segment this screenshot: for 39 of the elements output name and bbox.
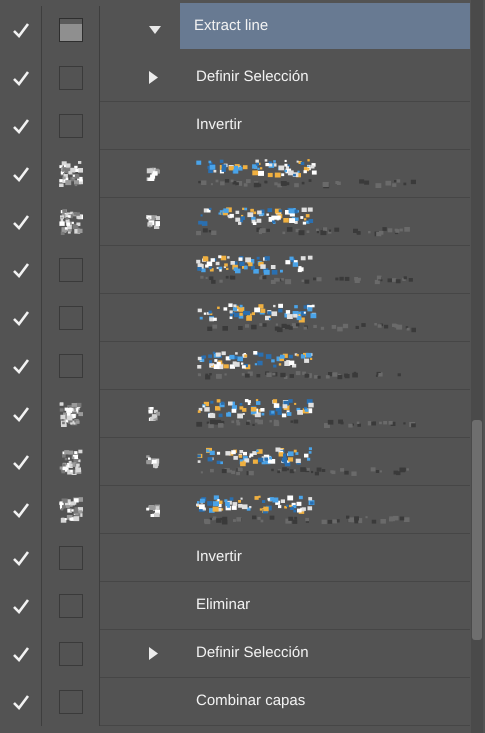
checkmark-icon[interactable] xyxy=(12,598,30,614)
dialog-toggle-icon[interactable] xyxy=(58,642,82,666)
scrollbar-thumb[interactable] xyxy=(472,420,482,640)
dialog-toggle-icon[interactable] xyxy=(58,594,82,618)
checkmark-icon[interactable] xyxy=(12,502,30,518)
dialog-toggle-icon[interactable] xyxy=(58,546,82,570)
checkmark-icon[interactable] xyxy=(12,262,30,278)
dialog-toggle-icon[interactable] xyxy=(58,18,82,42)
checkmark-icon[interactable] xyxy=(12,454,30,470)
dialog-toggle-icon[interactable] xyxy=(58,690,82,714)
dialog-toggle-icon[interactable] xyxy=(58,258,82,282)
step-label[interactable]: Invertir xyxy=(196,114,242,137)
dialog-toggle-icon[interactable] xyxy=(58,66,82,90)
checkmark-icon[interactable] xyxy=(12,166,30,182)
dialog-toggle-icon[interactable] xyxy=(58,401,82,427)
step-label[interactable]: Combinar capas xyxy=(196,690,306,713)
checkmark-icon[interactable] xyxy=(12,646,30,662)
dialog-toggle-icon[interactable] xyxy=(58,209,82,235)
dialog-toggle-icon[interactable] xyxy=(58,114,82,138)
step-label[interactable]: Invertir xyxy=(196,546,242,569)
checkmark-icon[interactable] xyxy=(12,118,30,134)
checkmark-icon[interactable] xyxy=(12,358,30,374)
checkmark-icon[interactable] xyxy=(12,550,30,566)
dialog-toggle-icon[interactable] xyxy=(58,161,82,187)
action-label[interactable]: Extract line xyxy=(180,3,470,49)
dialog-toggle-icon[interactable] xyxy=(58,497,82,523)
checkmark-icon[interactable] xyxy=(12,694,30,710)
checkmark-icon[interactable] xyxy=(12,406,30,422)
dialog-toggle-icon[interactable] xyxy=(58,354,82,378)
checkmark-icon[interactable] xyxy=(12,22,30,38)
step-label[interactable]: Definir Selección xyxy=(196,642,309,665)
dialog-toggle-icon[interactable] xyxy=(58,306,82,330)
dialog-toggle-icon[interactable] xyxy=(58,449,82,475)
checkmark-icon[interactable] xyxy=(12,214,30,230)
scrollbar-track[interactable] xyxy=(471,0,483,733)
checkmark-icon[interactable] xyxy=(12,310,30,326)
step-label[interactable]: Definir Selección xyxy=(196,66,309,89)
step-label[interactable]: Eliminar xyxy=(196,594,250,617)
checkmark-icon[interactable] xyxy=(12,70,30,86)
